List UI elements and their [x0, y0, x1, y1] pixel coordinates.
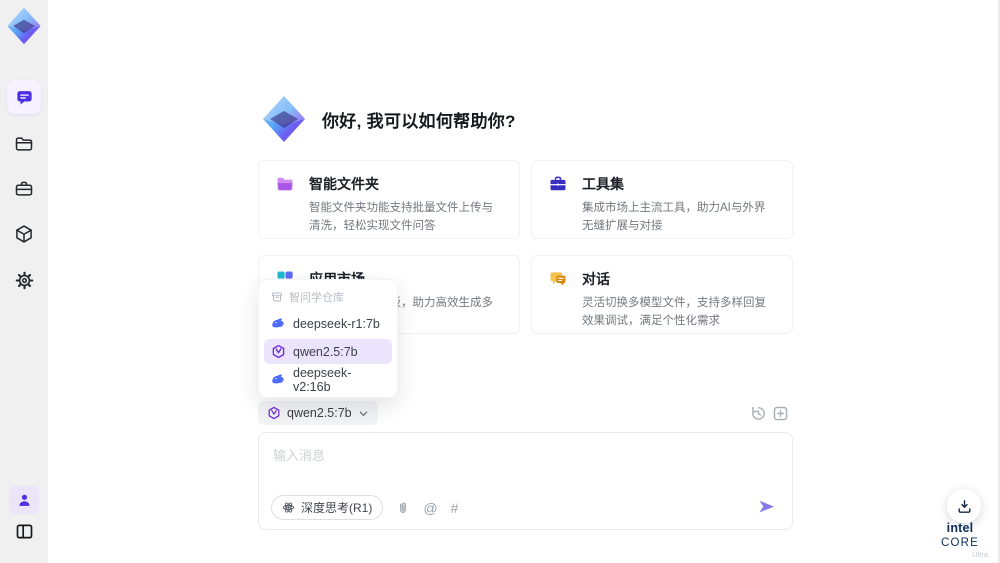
composer: 深度思考(R1) @ # — [258, 432, 793, 530]
mention-icon[interactable]: @ — [423, 501, 437, 515]
sidebar-item-apps[interactable] — [7, 217, 41, 251]
user-icon — [19, 494, 29, 506]
model-dropdown-header: 智问学仓库 — [264, 285, 392, 308]
model-option-label: deepseek-v2:16b — [293, 365, 352, 394]
deepseek-icon — [272, 374, 285, 384]
download-button[interactable] — [947, 489, 981, 523]
folder-icon — [15, 137, 33, 151]
qwen-icon — [272, 344, 285, 359]
toolset-icon — [550, 176, 566, 191]
model-dropdown-header-label: 智问学仓库 — [289, 292, 344, 304]
hero: 你好, 我可以如何帮助你? — [260, 95, 516, 143]
gear-icon — [15, 271, 33, 289]
core-logo-text: CORE — [940, 537, 980, 549]
card-desc: 集成市场上主流工具，助力AI与外界无缝扩展与对接 — [582, 202, 766, 232]
hero-logo-icon — [263, 96, 305, 142]
card-dialogue[interactable]: 对话 灵活切换多模型文件，支持多样回复效果调试，满足个性化需求 — [531, 255, 793, 334]
sidebar-item-chat[interactable] — [7, 80, 41, 114]
sidebar — [0, 0, 48, 563]
model-option-label: qwen2.5:7b — [293, 344, 358, 359]
model-dropdown: 智问学仓库 deepseek-r1:7b qwen2.5:7b deepseek… — [258, 279, 398, 398]
model-selector-label: qwen2.5:7b — [287, 406, 352, 420]
app-logo[interactable] — [5, 7, 43, 45]
repository-icon — [272, 292, 282, 302]
panel-collapse-icon — [16, 524, 32, 538]
card-title: 智能文件夹 — [309, 176, 379, 192]
atom-icon — [282, 502, 295, 513]
smart-folder-icon — [277, 177, 293, 191]
sidebar-item-account[interactable] — [9, 486, 39, 514]
sidebar-item-folders[interactable] — [7, 127, 41, 161]
card-desc: 灵活切换多模型文件，支持多样回复效果调试，满足个性化需求 — [582, 297, 766, 327]
download-icon — [957, 499, 971, 513]
send-icon[interactable] — [757, 497, 777, 517]
model-option-qwen[interactable]: qwen2.5:7b — [264, 339, 392, 364]
hash-icon[interactable]: # — [451, 501, 459, 515]
intel-logo-text: intel — [946, 521, 974, 535]
model-option-deepseek-v2[interactable]: deepseek-v2:16b — [264, 365, 392, 394]
card-desc: 智能文件夹功能支持批量文件上传与清洗，轻松实现文件问答 — [309, 202, 493, 232]
history-icon[interactable] — [750, 405, 767, 422]
ultra-logo-text: Ultra — [972, 550, 988, 559]
deepseek-icon — [272, 318, 285, 328]
greeting-title: 你好, 我可以如何帮助你? — [322, 111, 516, 131]
attachment-icon[interactable] — [396, 501, 410, 515]
card-title: 对话 — [582, 271, 610, 287]
cube-icon — [16, 225, 32, 243]
card-toolset[interactable]: 工具集 集成市场上主流工具，助力AI与外界无缝扩展与对接 — [531, 160, 793, 239]
model-selector-button[interactable]: qwen2.5:7b — [258, 401, 378, 425]
intel-core-badge: intel CORE Ultra — [926, 521, 994, 559]
message-input[interactable] — [259, 433, 792, 485]
model-option-label: deepseek-r1:7b — [293, 316, 380, 331]
composer-toolbar: 深度思考(R1) @ # — [271, 495, 458, 520]
qwen-icon — [268, 406, 280, 420]
sidebar-item-toolset[interactable] — [7, 172, 41, 206]
card-smart-folder[interactable]: 智能文件夹 智能文件夹功能支持批量文件上传与清洗，轻松实现文件问答 — [258, 160, 520, 239]
model-option-deepseek-r1[interactable]: deepseek-r1:7b — [264, 311, 392, 336]
sidebar-item-collapse[interactable] — [7, 514, 41, 548]
dialogue-icon — [550, 272, 566, 286]
briefcase-icon — [15, 181, 33, 196]
card-title: 工具集 — [582, 176, 624, 192]
new-chat-icon[interactable] — [772, 405, 789, 422]
chat-icon — [16, 90, 32, 105]
chevron-down-icon — [359, 411, 367, 416]
deep-think-button[interactable]: 深度思考(R1) — [271, 495, 384, 520]
sidebar-item-settings[interactable] — [7, 263, 41, 297]
deep-think-label: 深度思考(R1) — [301, 501, 373, 515]
